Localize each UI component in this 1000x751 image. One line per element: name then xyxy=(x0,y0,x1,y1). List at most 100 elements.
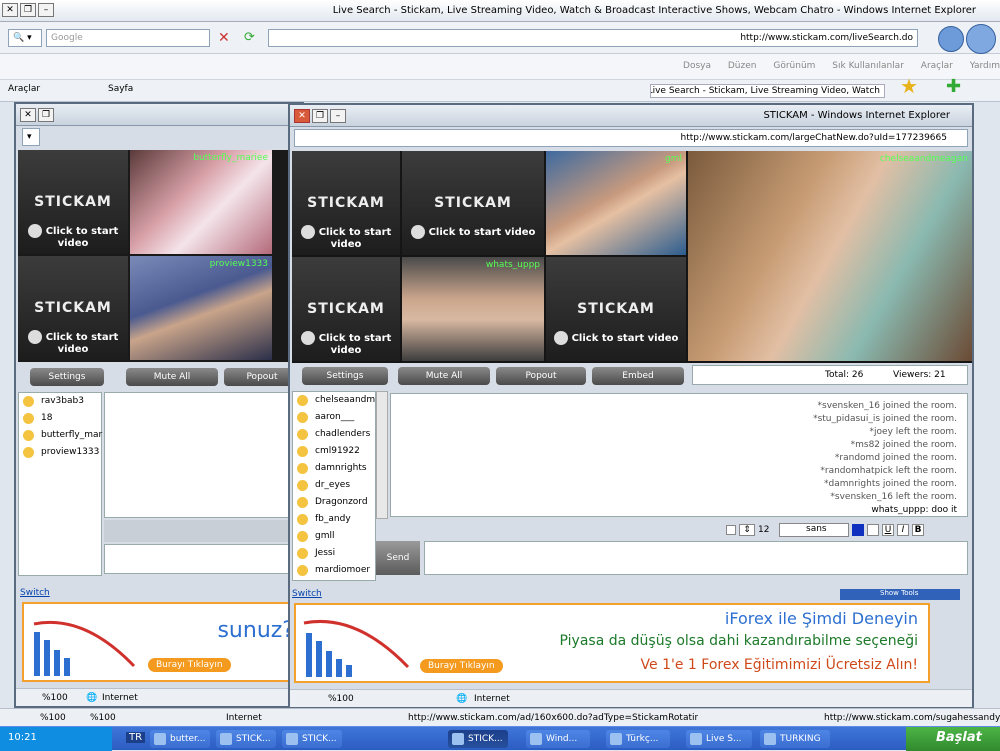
language-indicator[interactable]: TR xyxy=(126,732,146,743)
taskbar-item[interactable]: Live S... xyxy=(686,730,752,748)
minimize-icon[interactable]: – xyxy=(38,3,54,17)
user-list-item[interactable]: damnrights xyxy=(293,460,375,477)
menu-favorites[interactable]: Sık Kullanılanlar xyxy=(832,61,904,71)
maximize-icon[interactable]: ❐ xyxy=(312,109,328,123)
maximize-icon[interactable]: ❐ xyxy=(38,108,54,122)
user-list-item[interactable]: 18 xyxy=(19,410,101,427)
camera-placeholder[interactable]: STICKAM Click to start video xyxy=(546,257,686,361)
switch-link[interactable]: Switch xyxy=(20,588,50,598)
favorites-star-icon[interactable]: ★ xyxy=(900,74,918,98)
menu-tools[interactable]: Araçlar xyxy=(921,61,953,71)
clock[interactable]: 10:21 xyxy=(8,732,37,743)
camera-feed[interactable]: whats_uppp xyxy=(402,257,544,361)
taskbar-item[interactable]: STICK... xyxy=(216,730,276,748)
start-video-label: Click to start video xyxy=(292,331,400,356)
back-zoom-secondary[interactable]: %100 xyxy=(90,709,116,727)
advertisement[interactable]: iForex ile Şimdi Deneyin Piyasa da düşüş… xyxy=(294,603,930,683)
mute-all-button[interactable]: Mute All xyxy=(126,368,218,386)
menu-view[interactable]: Görünüm xyxy=(773,61,815,71)
ad-click-button[interactable]: Burayı Tıklayın xyxy=(420,659,503,673)
search-input[interactable]: Google xyxy=(46,29,210,47)
user-list-item[interactable]: cml91922 xyxy=(293,443,375,460)
settings-button[interactable]: Settings xyxy=(30,368,104,386)
send-button[interactable]: Send xyxy=(376,541,420,575)
user-list-item[interactable]: chadlenders xyxy=(293,426,375,443)
refresh-icon[interactable]: ⟳ xyxy=(244,30,255,45)
search-button[interactable]: 🔍 ▾ xyxy=(8,29,42,47)
emoticon-checkbox[interactable] xyxy=(726,525,736,535)
mute-all-button[interactable]: Mute All xyxy=(398,367,490,385)
user-list-item[interactable]: Jessi xyxy=(293,545,375,562)
start-button[interactable]: Başlat xyxy=(906,727,1000,751)
show-tools-button[interactable]: Show Tools xyxy=(840,589,960,600)
user-list-item[interactable]: proview1333 xyxy=(19,444,101,461)
taskbar-item[interactable]: STICK... xyxy=(282,730,342,748)
back-status-url: http://www.stickam.com/ad/160x600.do?adT… xyxy=(408,713,698,723)
settings-button[interactable]: Settings xyxy=(302,367,388,385)
user-list-item[interactable]: butterfly_mar xyxy=(19,427,102,444)
chat-message: *svensken_16 joined the room. xyxy=(817,401,958,411)
close-icon[interactable]: ✕ xyxy=(20,108,36,122)
switch-link[interactable]: Switch xyxy=(292,589,322,599)
maximize-icon[interactable]: ❐ xyxy=(20,3,36,17)
menu-help[interactable]: Yardım xyxy=(970,61,1000,71)
taskbar-item[interactable]: butter... xyxy=(150,730,210,748)
user-list-item[interactable]: rav3bab3 xyxy=(19,393,101,410)
chat-scrollbar[interactable] xyxy=(376,391,388,519)
user-list-item[interactable]: chelseaandm xyxy=(293,392,375,409)
zoom-level[interactable]: %100 xyxy=(42,689,68,707)
user-list-item[interactable]: Dragonzord xyxy=(293,494,375,511)
user-list-item[interactable]: dr_eyes xyxy=(293,477,375,494)
back-zoom[interactable]: %100 xyxy=(40,709,66,727)
taskbar-item[interactable]: Wind... xyxy=(526,730,590,748)
camera-placeholder[interactable]: STICKAM Click to start video xyxy=(18,256,128,360)
underline-button[interactable]: U xyxy=(882,524,894,536)
color-swatch[interactable] xyxy=(852,524,864,536)
bold-button[interactable]: B xyxy=(912,524,924,536)
menu-file[interactable]: Dosya xyxy=(683,61,711,71)
camera-placeholder[interactable]: STICKAM Click to start video xyxy=(402,151,544,255)
chat-input[interactable] xyxy=(424,541,968,575)
tools-menu[interactable]: Araçlar xyxy=(8,84,40,94)
camera-feed-large[interactable]: chelseaandmeagan xyxy=(688,151,972,361)
stickam-window-2: ✕ ❐ ▾ STICKAM Click to start video butte… xyxy=(14,102,304,708)
camera-feed[interactable]: gml xyxy=(546,151,686,255)
menu-edit[interactable]: Düzen xyxy=(728,61,757,71)
user-list-item[interactable]: fb_andy xyxy=(293,511,375,528)
address-dropdown-2[interactable]: ▾ xyxy=(22,128,40,146)
camera-placeholder[interactable]: STICKAM Click to start video xyxy=(18,150,128,254)
embed-button[interactable]: Embed xyxy=(592,367,684,385)
close-icon[interactable]: ✕ xyxy=(2,3,18,17)
add-favorite-icon[interactable]: ✚ xyxy=(946,76,961,97)
back-icon[interactable] xyxy=(966,24,996,54)
zoom-level[interactable]: %100 xyxy=(328,690,354,708)
user-list-item[interactable]: aaron___ xyxy=(293,409,375,426)
minimize-icon[interactable]: – xyxy=(330,109,346,123)
close-icon[interactable]: ✕ xyxy=(294,109,310,123)
advertisement-2[interactable]: sunuz? Burayı Tıklayın xyxy=(22,602,300,682)
camera-placeholder[interactable]: STICKAM Click to start video xyxy=(292,257,400,361)
chat-input-2[interactable] xyxy=(104,544,302,574)
forward-icon[interactable] xyxy=(938,26,964,52)
ad-click-button[interactable]: Burayı Tıklayın xyxy=(148,658,231,672)
font-select[interactable]: sans xyxy=(779,523,849,537)
taskbar-item-active[interactable]: STICK... xyxy=(448,730,508,748)
italic-button[interactable]: I xyxy=(897,524,909,536)
taskbar-item[interactable]: TURKING xyxy=(760,730,830,748)
stop-icon[interactable]: ✕ xyxy=(218,30,230,46)
camera-placeholder[interactable]: STICKAM Click to start video xyxy=(292,151,400,255)
stickam-logo: STICKAM xyxy=(577,301,655,317)
popout-button[interactable]: Popout xyxy=(496,367,586,385)
camera-feed[interactable]: proview1333 xyxy=(130,256,272,360)
start-video-text: Click to start video xyxy=(45,332,119,355)
tab-live-search[interactable]: Live Search - Stickam, Live Streaming Vi… xyxy=(650,84,885,98)
taskbar-item[interactable]: Türkç... xyxy=(606,730,670,748)
camera-feed[interactable]: butterfly_mariee xyxy=(130,150,272,254)
size-stepper[interactable]: ⇕ xyxy=(739,524,755,536)
page-menu[interactable]: Sayfa xyxy=(108,84,133,94)
user-list-item[interactable]: mardiomoer xyxy=(293,562,375,579)
address-input[interactable]: http://www.stickam.com/liveSearch.do xyxy=(268,29,918,47)
color-picker[interactable] xyxy=(867,524,879,536)
user-list-item[interactable]: gmll xyxy=(293,528,375,545)
format-toolbar: ⇕ 12 sans U I B xyxy=(726,521,968,539)
